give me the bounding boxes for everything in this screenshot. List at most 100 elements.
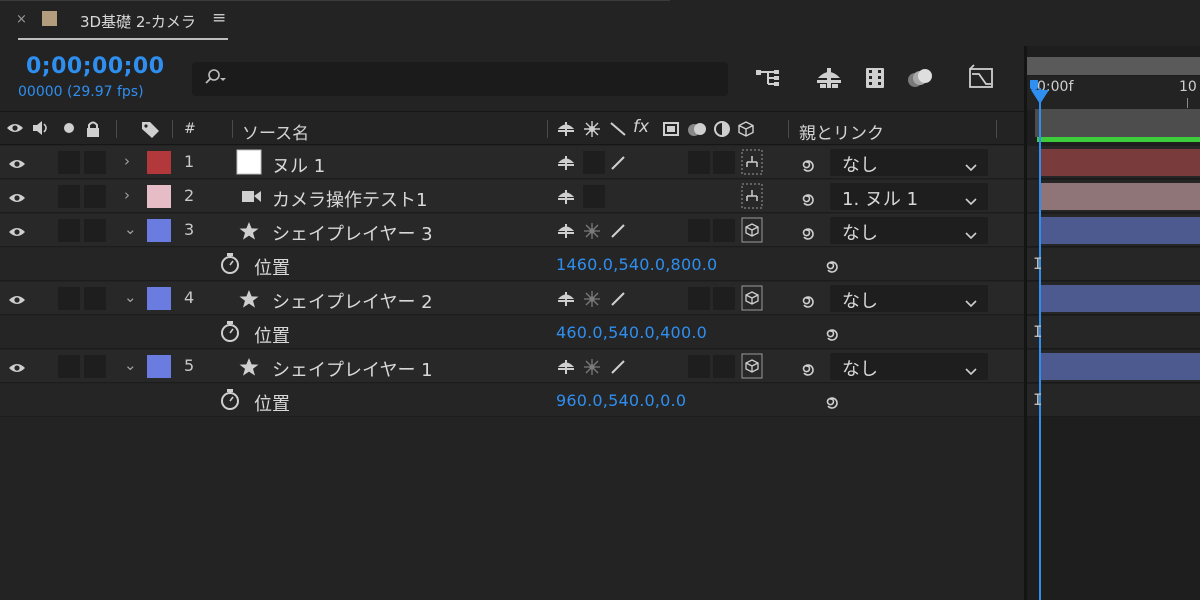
close-tab-icon[interactable]: ×: [16, 12, 27, 27]
pick-whip-icon[interactable]: [798, 289, 818, 313]
layer-name[interactable]: カメラ操作テスト1: [272, 186, 427, 212]
solo-toggle[interactable]: [58, 151, 80, 174]
3d-layer-cube-icon[interactable]: [741, 285, 763, 315]
chevron-right-icon[interactable]: ›: [124, 186, 130, 204]
layer-label-color[interactable]: [147, 151, 171, 174]
layer-label-color[interactable]: [147, 287, 171, 310]
chevron-right-icon[interactable]: ›: [124, 152, 130, 170]
motion-blur-icon[interactable]: [906, 64, 936, 92]
layer-name[interactable]: シェイプレイヤー 1: [272, 356, 433, 382]
quality-switch-icon[interactable]: [609, 120, 627, 142]
layer-duration-bar[interactable]: [1040, 149, 1200, 176]
keyframe-ibeam-icon[interactable]: I: [1033, 322, 1043, 341]
3d-layer-switch-icon[interactable]: [737, 120, 755, 142]
layer-label-color[interactable]: [147, 219, 171, 242]
visibility-eye-icon[interactable]: [8, 224, 26, 243]
motion-blur-switch[interactable]: [688, 355, 710, 378]
parent-dropdown[interactable]: なし: [830, 353, 988, 380]
null-hierarchy-icon[interactable]: [741, 183, 763, 213]
composition-flowchart-icon[interactable]: [754, 64, 784, 92]
collapse-switch-icon[interactable]: [583, 222, 601, 244]
current-time-display[interactable]: 0;00;00;00: [26, 54, 165, 79]
adjustment-layer-switch-icon[interactable]: [713, 120, 731, 142]
quality-slash-icon[interactable]: [609, 222, 627, 244]
adjustment-switch[interactable]: [713, 287, 735, 310]
keyframe-ibeam-icon[interactable]: I: [1033, 390, 1043, 409]
parent-link-column-label[interactable]: 親とリンク: [799, 119, 884, 144]
quality-slash-icon[interactable]: [609, 154, 627, 176]
motion-blur-switch-icon[interactable]: [686, 120, 710, 142]
time-ruler[interactable]: 0:00f 10: [1027, 76, 1200, 110]
position-value[interactable]: 960.0,540.0,0.0: [556, 391, 686, 410]
adjustment-switch[interactable]: [713, 151, 735, 174]
layer-duration-bar[interactable]: [1040, 217, 1200, 244]
lock-toggle[interactable]: [84, 185, 106, 208]
lock-toggle[interactable]: [84, 287, 106, 310]
position-value[interactable]: 460.0,540.0,400.0: [556, 323, 707, 342]
solo-toggle[interactable]: [58, 355, 80, 378]
visibility-eye-icon[interactable]: [8, 156, 26, 175]
3d-layer-cube-icon[interactable]: [741, 217, 763, 247]
collapse-switch-icon[interactable]: [583, 358, 601, 380]
pick-whip-icon[interactable]: [798, 153, 818, 177]
property-row[interactable]: 位置 1460.0,540.0,800.0: [0, 248, 1024, 281]
motion-blur-switch[interactable]: [688, 151, 710, 174]
chevron-down-icon[interactable]: ⌄: [124, 356, 137, 374]
panel-menu-icon[interactable]: ≡: [212, 8, 226, 28]
pick-whip-icon[interactable]: [822, 390, 842, 414]
lock-toggle[interactable]: [84, 151, 106, 174]
shy-switch-icon[interactable]: [556, 188, 576, 210]
layer-row[interactable]: › 2 カメラ操作テスト1 1. ヌル 1: [0, 180, 1024, 213]
layer-name[interactable]: シェイプレイヤー 3: [272, 220, 433, 246]
pick-whip-icon[interactable]: [798, 187, 818, 211]
layer-label-color[interactable]: [147, 355, 171, 378]
keyframe-ibeam-icon[interactable]: I: [1033, 254, 1043, 273]
layer-duration-bar[interactable]: [1040, 353, 1200, 380]
work-area-bar[interactable]: [1035, 109, 1200, 137]
chevron-down-icon[interactable]: ⌄: [124, 220, 137, 238]
time-navigator-bar[interactable]: [1027, 57, 1200, 75]
visibility-eye-icon[interactable]: [8, 190, 26, 209]
current-time-indicator[interactable]: [1039, 88, 1041, 600]
parent-dropdown[interactable]: なし: [830, 285, 988, 312]
frame-blend-switch-icon[interactable]: [661, 120, 681, 142]
collapse-switch[interactable]: [583, 185, 605, 208]
collapse-switch[interactable]: [583, 151, 605, 174]
solo-switch-icon[interactable]: [62, 120, 76, 140]
layer-duration-bar[interactable]: [1040, 285, 1200, 312]
parent-dropdown[interactable]: なし: [830, 149, 988, 176]
stopwatch-icon[interactable]: [219, 320, 241, 348]
layer-name[interactable]: シェイプレイヤー 2: [272, 288, 433, 314]
shy-switch-icon[interactable]: [556, 120, 576, 142]
quality-slash-icon[interactable]: [609, 290, 627, 312]
layer-row[interactable]: ⌄ 3 シェイプレイヤー 3 なし: [0, 214, 1024, 247]
property-row[interactable]: 位置 460.0,540.0,400.0: [0, 316, 1024, 349]
layer-label-color[interactable]: [147, 185, 171, 208]
layer-duration-bar[interactable]: [1040, 183, 1200, 210]
label-tag-icon[interactable]: [140, 120, 160, 142]
frame-blending-icon[interactable]: [860, 64, 890, 92]
lock-toggle[interactable]: [84, 355, 106, 378]
solo-toggle[interactable]: [58, 219, 80, 242]
pick-whip-icon[interactable]: [822, 322, 842, 346]
null-hierarchy-icon[interactable]: [741, 149, 763, 179]
layer-row[interactable]: ⌄ 5 シェイプレイヤー 1 なし: [0, 350, 1024, 383]
collapse-transformations-icon[interactable]: [583, 120, 601, 142]
video-switch-icon[interactable]: [6, 120, 24, 140]
shy-layers-icon[interactable]: [814, 64, 844, 92]
graph-editor-icon[interactable]: [966, 64, 996, 92]
layer-search-field[interactable]: [192, 62, 728, 96]
pick-whip-icon[interactable]: [798, 221, 818, 245]
layer-row[interactable]: › 1 ヌル 1 なし: [0, 146, 1024, 179]
solo-toggle[interactable]: [58, 185, 80, 208]
shy-switch-icon[interactable]: [556, 290, 576, 312]
audio-switch-icon[interactable]: [31, 120, 51, 140]
motion-blur-switch[interactable]: [688, 287, 710, 310]
motion-blur-switch[interactable]: [688, 219, 710, 242]
stopwatch-icon[interactable]: [219, 252, 241, 280]
adjustment-switch[interactable]: [713, 355, 735, 378]
shy-switch-icon[interactable]: [556, 358, 576, 380]
solo-toggle[interactable]: [58, 287, 80, 310]
position-value[interactable]: 1460.0,540.0,800.0: [556, 255, 717, 274]
pick-whip-icon[interactable]: [798, 357, 818, 381]
